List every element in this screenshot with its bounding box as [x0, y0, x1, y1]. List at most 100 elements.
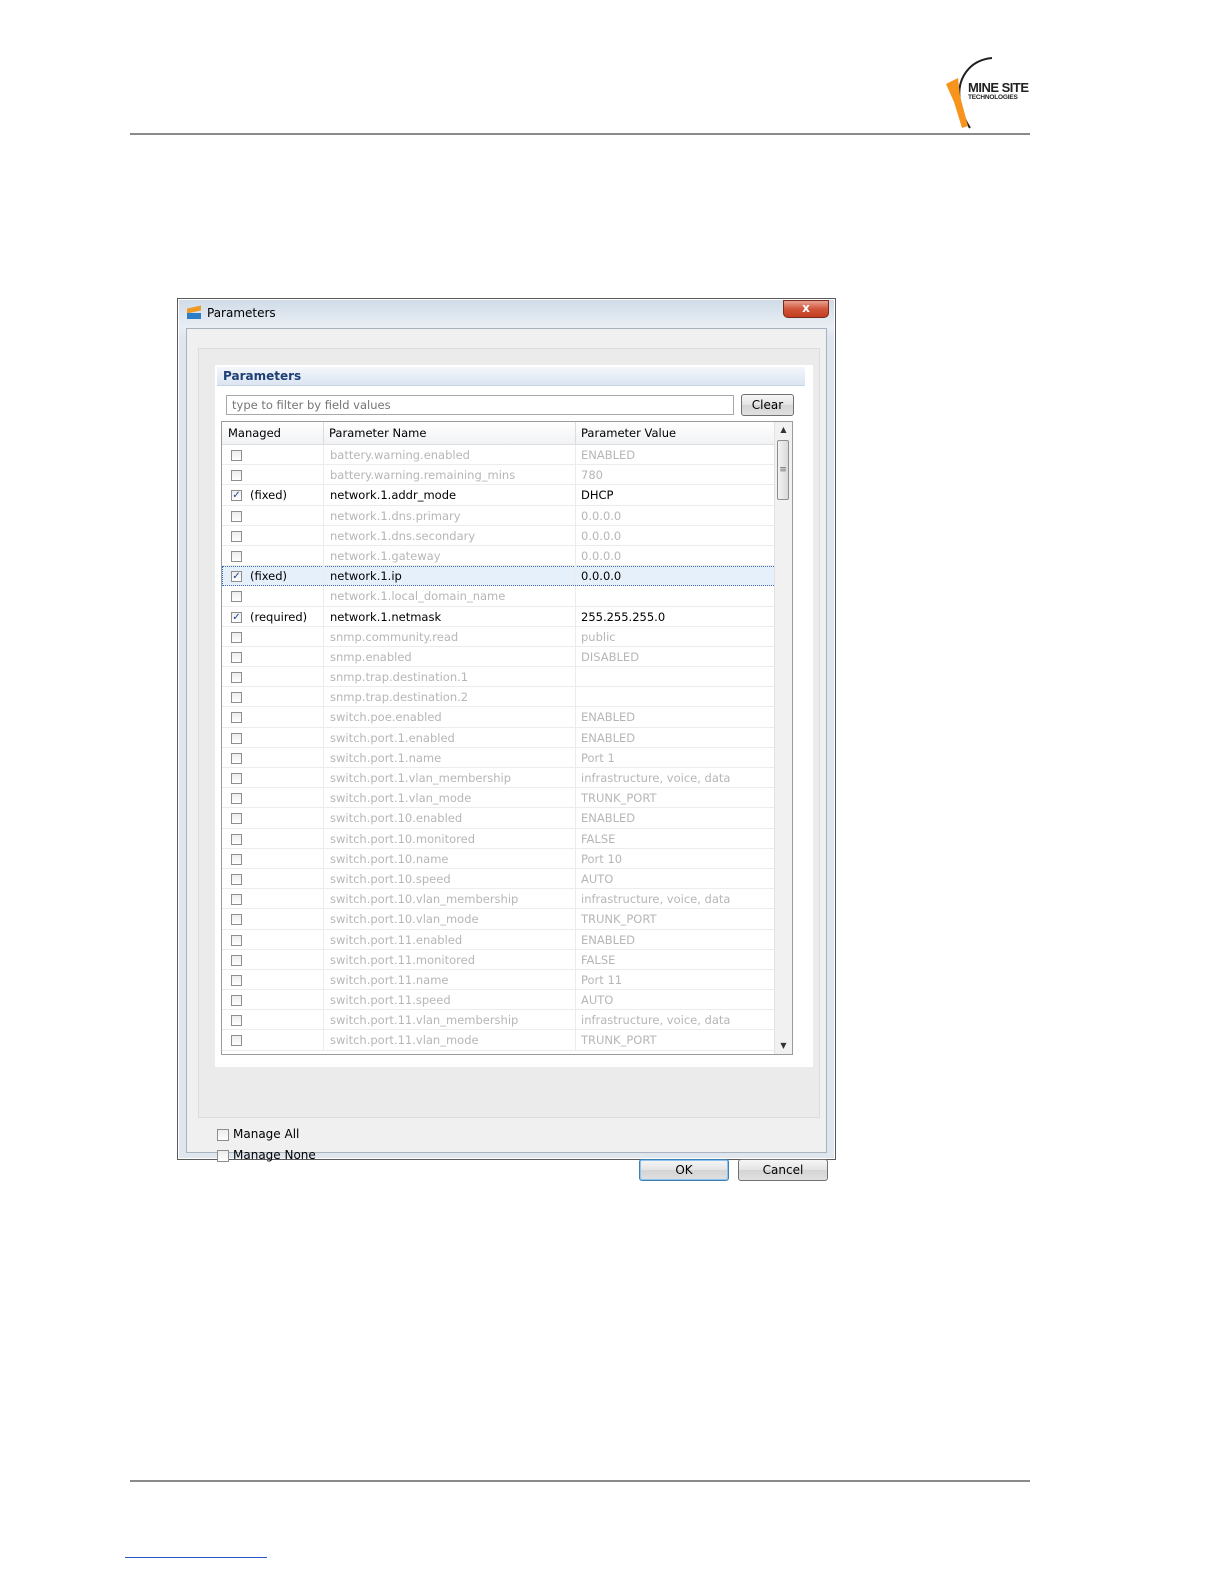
- parameter-value: ENABLED: [581, 730, 636, 745]
- managed-checkbox[interactable]: [231, 651, 242, 663]
- table-row[interactable]: switch.port.11.enabled ENABLED: [222, 929, 776, 950]
- managed-checkbox[interactable]: [231, 591, 242, 603]
- section-title: Parameters: [223, 369, 302, 383]
- parameter-value: AUTO: [581, 993, 614, 1008]
- column-header-managed[interactable]: Managed: [228, 426, 281, 440]
- table-row[interactable]: network.1.dns.secondary 0.0.0.0: [222, 525, 776, 546]
- managed-checkbox[interactable]: [231, 873, 242, 885]
- parameter-name: switch.port.10.speed: [330, 871, 451, 886]
- table-row[interactable]: switch.port.10.monitored FALSE: [222, 828, 776, 849]
- managed-checkbox[interactable]: [231, 995, 242, 1007]
- managed-checkbox[interactable]: [231, 732, 242, 744]
- parameter-name: network.1.addr_mode: [330, 488, 457, 503]
- table-row[interactable]: switch.port.11.monitored FALSE: [222, 949, 776, 970]
- managed-checkbox[interactable]: [231, 550, 242, 562]
- table-row[interactable]: ✓ (fixed) network.1.addr_mode DHCP: [222, 485, 776, 506]
- clear-button[interactable]: Clear: [741, 394, 794, 416]
- managed-checkbox[interactable]: ✓: [231, 571, 242, 583]
- cancel-button[interactable]: Cancel: [738, 1159, 828, 1181]
- scroll-up-arrow-icon[interactable]: ▲: [775, 422, 792, 438]
- parameter-value: 0.0.0.0: [581, 569, 622, 584]
- table-row[interactable]: switch.port.11.speed AUTO: [222, 990, 776, 1011]
- table-header: Managed Parameter Name Parameter Value: [222, 422, 776, 445]
- column-header-parameter-value[interactable]: Parameter Value: [581, 426, 676, 440]
- managed-checkbox[interactable]: [231, 773, 242, 784]
- managed-checkbox[interactable]: [231, 793, 242, 805]
- managed-checkbox[interactable]: [231, 954, 242, 966]
- parameter-name: battery.warning.remaining_mins: [330, 468, 516, 483]
- parameter-name: switch.port.11.enabled: [330, 932, 463, 947]
- managed-checkbox[interactable]: [231, 853, 242, 865]
- table-row[interactable]: snmp.enabled DISABLED: [222, 646, 776, 668]
- table-row[interactable]: switch.port.1.vlan_membership infrastruct…: [222, 768, 776, 789]
- manage-all-label: Manage All: [233, 1127, 300, 1141]
- table-row[interactable]: snmp.trap.destination.2: [222, 687, 776, 708]
- managed-checkbox[interactable]: [231, 974, 242, 986]
- managed-checkbox[interactable]: [231, 470, 242, 482]
- managed-checkbox[interactable]: [231, 1015, 242, 1027]
- parameter-value: Port 1: [581, 750, 615, 765]
- ok-button[interactable]: OK: [639, 1159, 729, 1181]
- manage-all-box[interactable]: [217, 1129, 229, 1141]
- app-icon: [187, 305, 201, 319]
- parameter-name: network.1.gateway: [330, 548, 441, 563]
- managed-checkbox[interactable]: [231, 530, 242, 542]
- managed-checkbox[interactable]: [231, 934, 242, 946]
- column-header-parameter-name[interactable]: Parameter Name: [329, 426, 426, 440]
- scroll-down-arrow-icon[interactable]: ▼: [775, 1038, 792, 1054]
- table-row[interactable]: switch.port.1.name Port 1: [222, 747, 776, 768]
- managed-checkbox[interactable]: [231, 894, 242, 906]
- managed-checkbox[interactable]: [231, 833, 242, 845]
- parameter-name: snmp.enabled: [330, 649, 412, 664]
- table-row[interactable]: switch.port.10.vlan_mode TRUNK_PORT: [222, 909, 776, 930]
- table-row[interactable]: network.1.dns.primary 0.0.0.0: [222, 505, 776, 526]
- table-row[interactable]: network.1.gateway 0.0.0.0: [222, 545, 776, 567]
- table-row[interactable]: snmp.trap.destination.1: [222, 667, 776, 688]
- table-row[interactable]: ✓ (fixed) network.1.ip 0.0.0.0: [222, 566, 776, 587]
- table-row[interactable]: switch.port.11.vlan_membership infrastruc…: [222, 1010, 776, 1031]
- table-row[interactable]: snmp.community.read public: [222, 626, 776, 647]
- managed-checkbox[interactable]: [231, 1035, 242, 1047]
- vertical-scrollbar[interactable]: ▲ ≡ ▼: [774, 422, 792, 1054]
- parameter-value: TRUNK_PORT: [581, 1033, 657, 1048]
- table-row[interactable]: switch.port.10.speed AUTO: [222, 868, 776, 890]
- managed-checkbox[interactable]: [231, 914, 242, 926]
- parameter-value: 0.0.0.0: [581, 508, 622, 523]
- parameter-name: switch.port.10.name: [330, 851, 449, 866]
- parameter-name: switch.port.10.vlan_membership: [330, 892, 519, 907]
- parameter-value: 0.0.0.0: [581, 528, 622, 543]
- managed-checkbox[interactable]: ✓: [231, 490, 242, 502]
- table-row[interactable]: ✓ (required) network.1.netmask 255.255.255.…: [222, 606, 776, 627]
- table-row[interactable]: switch.port.1.enabled ENABLED: [222, 727, 776, 748]
- managed-checkbox[interactable]: [231, 752, 242, 764]
- footer-link-underline: [125, 1557, 267, 1558]
- table-row[interactable]: network.1.local_domain_name: [222, 586, 776, 607]
- table-row[interactable]: battery.warning.remaining_mins 780: [222, 465, 776, 486]
- managed-checkbox[interactable]: ✓: [231, 611, 242, 623]
- manage-none-label: Manage None: [233, 1148, 316, 1162]
- managed-checkbox[interactable]: [231, 692, 242, 704]
- managed-checkbox[interactable]: [231, 510, 242, 522]
- managed-checkbox[interactable]: [231, 631, 242, 643]
- close-button[interactable]: x: [783, 300, 829, 318]
- filter-input[interactable]: [226, 395, 734, 415]
- managed-checkbox[interactable]: [231, 813, 242, 825]
- dialog-titlebar[interactable]: Parameters x: [178, 299, 835, 327]
- manage-none-box[interactable]: [217, 1150, 229, 1162]
- parameter-name: switch.poe.enabled: [330, 710, 442, 725]
- managed-checkbox[interactable]: [231, 672, 242, 684]
- scroll-thumb[interactable]: ≡: [777, 440, 789, 500]
- managed-checkbox[interactable]: [231, 712, 242, 724]
- parameter-value: infrastructure, voice, data: [581, 771, 731, 785]
- table-row[interactable]: switch.port.11.name Port 11: [222, 969, 776, 991]
- parameter-name: switch.port.11.monitored: [330, 952, 476, 967]
- table-row[interactable]: switch.port.10.enabled ENABLED: [222, 808, 776, 829]
- table-row[interactable]: switch.port.11.vlan_mode TRUNK_PORT: [222, 1030, 776, 1051]
- table-row[interactable]: switch.poe.enabled ENABLED: [222, 707, 776, 728]
- table-row[interactable]: switch.port.10.vlan_membership infrastruc…: [222, 889, 776, 910]
- managed-checkbox[interactable]: [231, 450, 242, 461]
- logo-text-secondary: TECHNOLOGIES: [968, 94, 1018, 101]
- table-row[interactable]: battery.warning.enabled ENABLED: [222, 445, 776, 466]
- table-row[interactable]: switch.port.1.vlan_mode TRUNK_PORT: [222, 788, 776, 809]
- table-row[interactable]: switch.port.10.name Port 10: [222, 848, 776, 869]
